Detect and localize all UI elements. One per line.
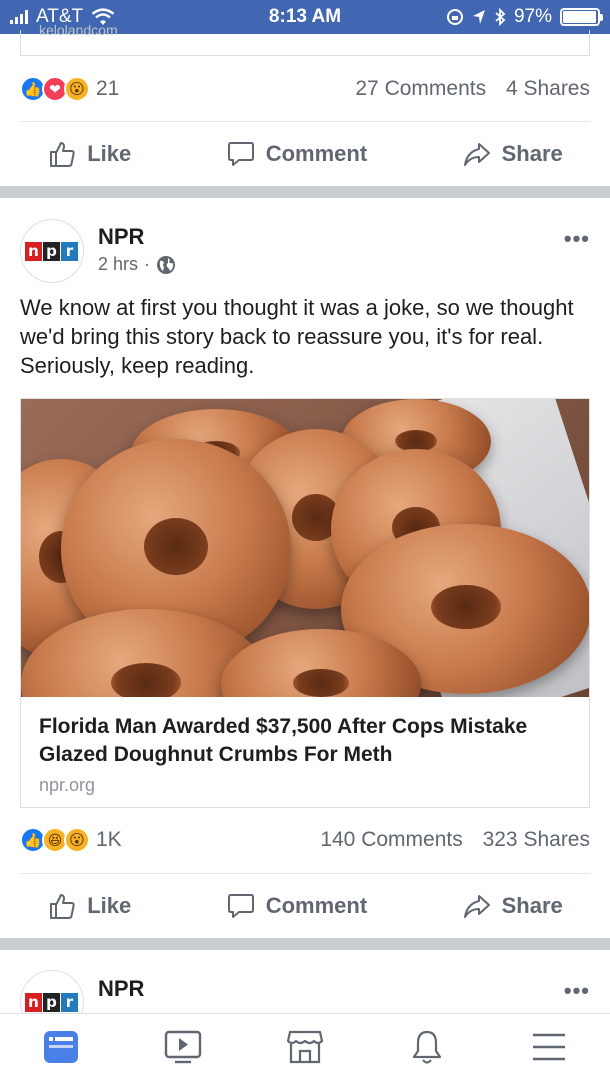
npr-avatar[interactable]: npr <box>20 219 84 283</box>
page-name-link[interactable]: NPR <box>98 976 144 1002</box>
comment-button[interactable]: Comment <box>226 139 367 169</box>
battery-percent: 97% <box>513 6 552 27</box>
comment-label: Comment <box>265 893 368 918</box>
post-time[interactable]: 2 hrs <box>98 254 138 275</box>
tab-notifications[interactable] <box>407 1027 447 1072</box>
post-text: We know at first you thought it was a jo… <box>20 295 574 378</box>
feed-separator <box>0 186 610 198</box>
comment-icon <box>227 894 254 918</box>
more-options-button[interactable]: ••• <box>564 978 590 1004</box>
menu-icon <box>533 1033 565 1061</box>
shares-count-link[interactable]: 323 Shares <box>483 828 590 851</box>
rotation-lock-icon <box>446 9 463 25</box>
npr-logo: npr <box>25 241 79 261</box>
wow-reaction-icon: 😮 <box>64 827 90 853</box>
link-title: Florida Man Awarded $37,500 After Cops M… <box>39 715 528 766</box>
tab-news-feed[interactable] <box>41 1027 81 1072</box>
comments-count-link[interactable]: 27 Comments <box>355 77 486 100</box>
watch-icon <box>164 1030 202 1064</box>
notifications-icon <box>412 1030 442 1064</box>
reaction-count: 21 <box>96 77 120 100</box>
like-label: Like <box>87 893 132 918</box>
like-label: Like <box>87 141 132 166</box>
share-button[interactable]: Share <box>462 891 563 921</box>
doughnuts-image <box>21 399 589 697</box>
globe-icon <box>157 255 176 274</box>
share-button[interactable]: Share <box>462 139 563 169</box>
feed-separator <box>0 938 610 950</box>
shares-count-link[interactable]: 4 Shares <box>506 77 590 100</box>
thumbs-up-icon <box>50 894 75 919</box>
previous-post-actions: Like Comment Share <box>0 123 610 185</box>
post-actions: Like Comment Share <box>0 875 610 937</box>
like-button[interactable]: Like <box>47 891 131 921</box>
location-icon <box>472 10 485 24</box>
divider <box>20 873 590 874</box>
meta-separator: · <box>144 254 151 274</box>
reaction-summary[interactable]: 👍 😆 😮 1K <box>20 827 122 853</box>
thumbs-up-icon <box>50 142 75 167</box>
page-name-link[interactable]: NPR <box>98 224 144 250</box>
tab-watch[interactable] <box>163 1027 203 1072</box>
wow-reaction-icon: 😮 <box>64 76 90 102</box>
share-icon <box>463 895 490 918</box>
marketplace-icon <box>286 1030 324 1064</box>
battery-icon <box>560 8 603 26</box>
previous-post-counts: 👍 ❤ 😮 21 27 Comments 4 Shares <box>20 69 590 109</box>
comments-count-link[interactable]: 140 Comments <box>320 828 462 851</box>
comment-label: Comment <box>265 141 368 166</box>
previous-link-domain: kelolandcom <box>39 22 118 38</box>
share-label: Share <box>501 893 563 918</box>
npr-logo: npr <box>25 992 79 1012</box>
comment-button[interactable]: Comment <box>226 891 367 921</box>
tab-marketplace[interactable] <box>285 1027 325 1072</box>
reaction-summary[interactable]: 👍 ❤ 😮 21 <box>20 76 119 102</box>
post-meta: 2 hrs · <box>98 254 176 275</box>
news-feed-icon <box>44 1031 78 1063</box>
bluetooth-icon <box>495 8 506 26</box>
share-icon <box>463 143 490 166</box>
reaction-count: 1K <box>96 828 122 851</box>
share-label: Share <box>501 141 563 166</box>
bottom-tab-bar <box>0 1013 610 1085</box>
comment-icon <box>227 142 254 166</box>
tab-menu[interactable] <box>529 1027 569 1072</box>
link-domain: npr.org <box>39 775 96 795</box>
previous-link-card[interactable]: kelolandcom <box>20 22 590 56</box>
divider <box>20 121 590 122</box>
like-button[interactable]: Like <box>47 139 131 169</box>
more-options-button[interactable]: ••• <box>564 226 590 252</box>
post-counts: 👍 😆 😮 1K 140 Comments 323 Shares <box>20 820 590 860</box>
link-preview-card[interactable]: Florida Man Awarded $37,500 After Cops M… <box>20 398 590 808</box>
